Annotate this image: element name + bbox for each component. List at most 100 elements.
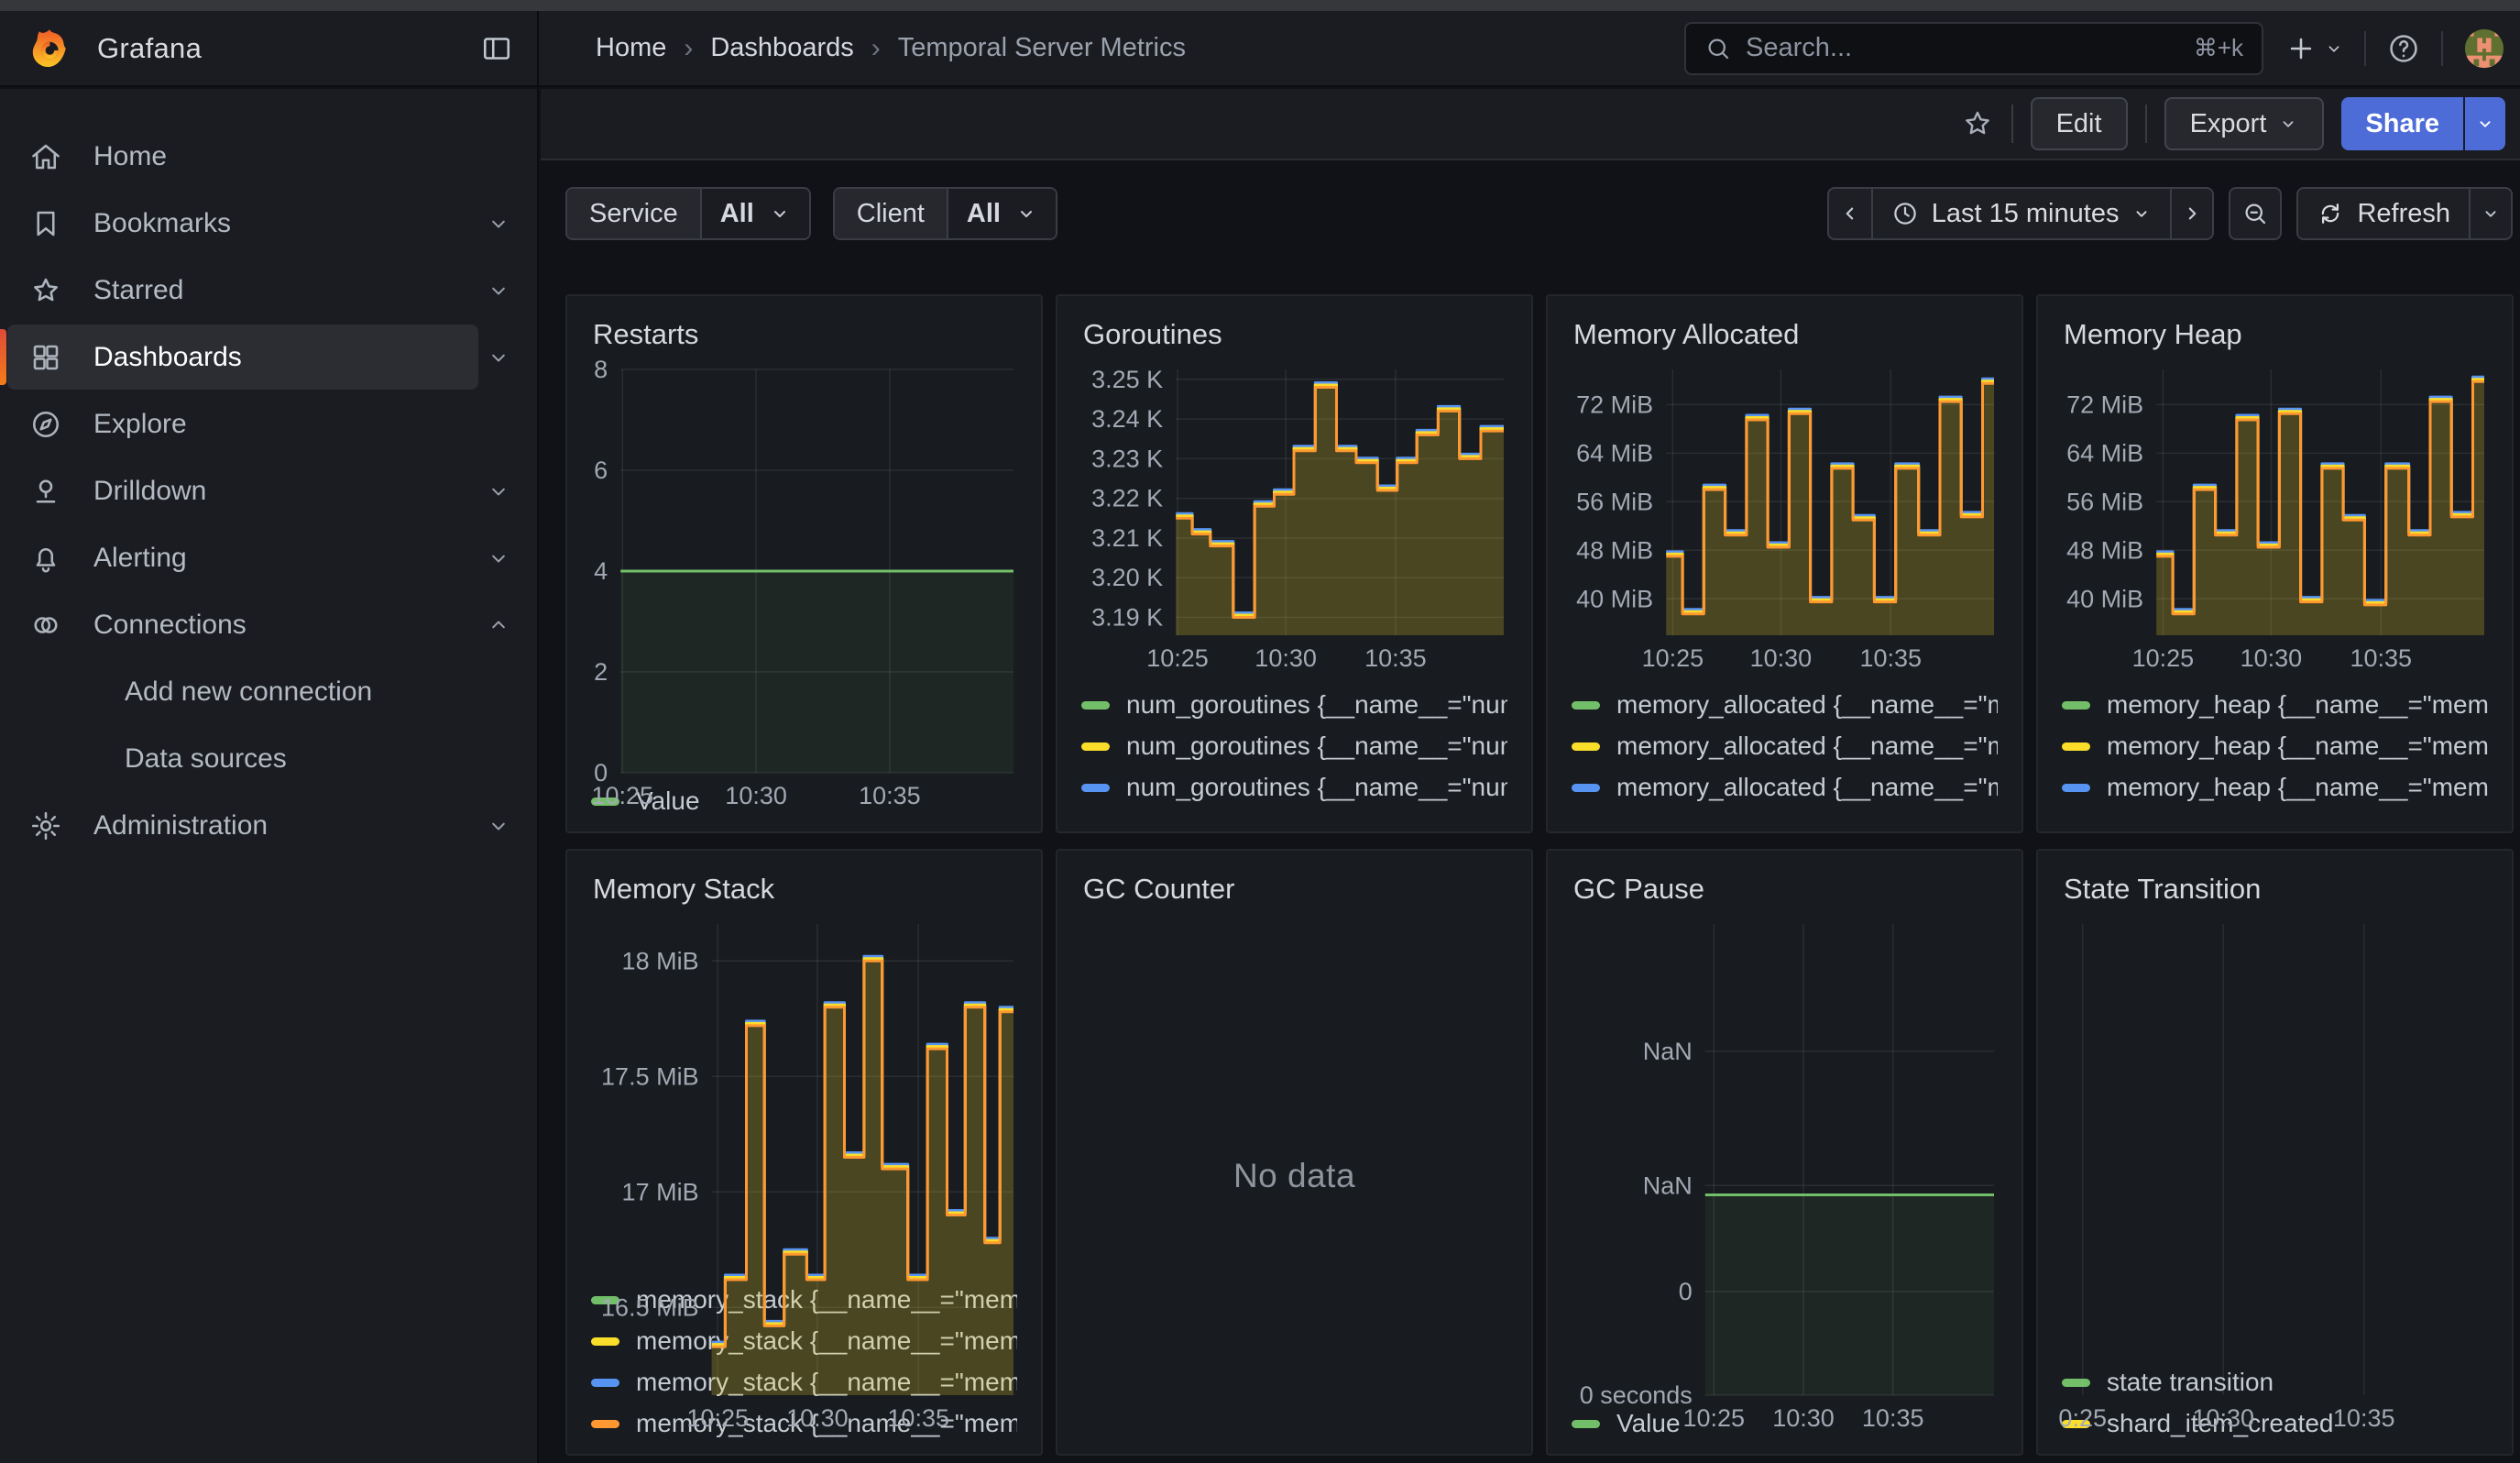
state-transition-chart[interactable]: 0:2510:3010:35 [2062, 915, 2488, 1351]
legend-item[interactable]: num_goroutines {__name__="num_go [1081, 774, 1507, 801]
panel-title[interactable]: Memory Heap [2064, 318, 2488, 351]
breadcrumb-home[interactable]: Home [596, 33, 666, 63]
share-split-button: Share [2341, 97, 2505, 150]
refresh-interval-dropdown[interactable] [2469, 189, 2511, 238]
restarts-chart[interactable]: 8642010:2510:3010:35 [591, 360, 1017, 770]
search-input[interactable]: Search... ⌘+k [1684, 22, 2263, 75]
panel-title[interactable]: Memory Allocated [1573, 318, 1998, 351]
svg-text:10:30: 10:30 [725, 782, 787, 809]
chevron-down-icon [2278, 114, 2298, 134]
memory-heap-chart[interactable]: 72 MiB64 MiB56 MiB48 MiB40 MiB10:2510:30… [2062, 360, 2488, 674]
panel-title[interactable]: GC Counter [1083, 873, 1507, 906]
service-filter-value[interactable]: All [700, 189, 809, 238]
service-filter[interactable]: Service All [565, 187, 811, 240]
svg-text:17.5 MiB: 17.5 MiB [601, 1062, 699, 1090]
sidebar-item-dashboards[interactable]: Dashboards [0, 324, 537, 390]
sidebar-item-home[interactable]: Home [0, 124, 537, 189]
sidebar-item-drilldown[interactable]: Drilldown [0, 458, 537, 523]
sidebar-item-data-sources[interactable]: Data sources [0, 726, 537, 791]
svg-text:10:25: 10:25 [1146, 644, 1209, 672]
legend-item[interactable]: memory_heap {__name__="memory_h [2062, 732, 2488, 760]
gc-pause-chart[interactable]: NaNNaN00 seconds10:2510:3010:35 [1572, 915, 1998, 1392]
svg-text:0 seconds: 0 seconds [1580, 1381, 1693, 1409]
legend-item[interactable]: memory_heap {__name__="memory_h [2062, 691, 2488, 719]
sidebar-item-bookmarks[interactable]: Bookmarks [0, 191, 537, 256]
time-range-picker[interactable]: Last 15 minutes [1871, 189, 2171, 238]
svg-text:10:35: 10:35 [859, 782, 921, 809]
chevron-down-icon [486, 278, 511, 303]
drilldown-icon [29, 475, 62, 508]
favorite-star-icon[interactable] [1961, 107, 1994, 140]
chevron-down-icon [486, 211, 511, 236]
sidebar-item-label: Bookmarks [93, 208, 231, 239]
zoom-out-button[interactable] [2229, 187, 2282, 240]
series-color-dash [1572, 784, 1600, 792]
client-filter-value[interactable]: All [947, 189, 1056, 238]
legend-label: num_goroutines {__name__="num_go [1126, 690, 1507, 720]
legend-item[interactable]: num_goroutines {__name__="num_go [1081, 732, 1507, 760]
sidebar-item-starred[interactable]: Starred [0, 258, 537, 323]
time-shift-back-button[interactable] [1829, 189, 1871, 238]
refresh-group: Refresh [2296, 187, 2513, 240]
panel-title[interactable]: State Transition [2064, 873, 2488, 906]
chevron-down-icon [486, 813, 511, 839]
svg-text:10:30: 10:30 [1255, 644, 1317, 672]
time-shift-forward-button[interactable] [2170, 189, 2212, 238]
legend-label: memory_heap {__name__="memory_h [2107, 732, 2488, 761]
panel-memory-allocated: Memory Allocated 72 MiB64 MiB56 MiB48 Mi… [1546, 294, 2023, 833]
series-color-dash [1081, 784, 1110, 792]
export-button[interactable]: Export [2164, 97, 2325, 150]
new-button[interactable] [2285, 33, 2344, 64]
top-nav: Grafana Home › Dashboards › Temporal Ser… [0, 11, 2520, 87]
sidebar-item-connections[interactable]: Connections [0, 592, 537, 657]
legend-item[interactable]: memory_allocated {__name__="memo [1572, 774, 1998, 801]
client-filter[interactable]: Client All [833, 187, 1057, 240]
svg-text:16.5 MiB: 16.5 MiB [601, 1293, 699, 1321]
sidebar-item-alerting[interactable]: Alerting [0, 525, 537, 590]
help-icon[interactable] [2386, 31, 2421, 66]
user-avatar[interactable] [2463, 28, 2505, 70]
sidebar-item-administration[interactable]: Administration [0, 793, 537, 858]
legend-label: num_goroutines {__name__="num_go [1126, 732, 1507, 761]
svg-text:3.24 K: 3.24 K [1091, 405, 1163, 433]
panel-title[interactable]: GC Pause [1573, 873, 1998, 906]
memory-allocated-chart[interactable]: 72 MiB64 MiB56 MiB48 MiB40 MiB10:2510:30… [1572, 360, 1998, 674]
connections-icon [29, 609, 62, 642]
legend-item[interactable]: num_goroutines {__name__="num_go [1081, 691, 1507, 719]
sidebar-item-add-new-connection[interactable]: Add new connection [0, 659, 537, 724]
main-area: Edit Export Share [541, 89, 2520, 1463]
legend-item[interactable]: memory_heap {__name__="memory_h [2062, 774, 2488, 801]
sidebar-item-label: Add new connection [125, 676, 372, 708]
grafana-logo-icon [27, 27, 71, 71]
svg-text:64 MiB: 64 MiB [2066, 439, 2143, 467]
svg-text:10:25: 10:25 [686, 1404, 749, 1432]
svg-text:72 MiB: 72 MiB [2066, 390, 2143, 418]
panel-gc-counter: GC Counter No data [1056, 849, 1533, 1456]
panel-title[interactable]: Memory Stack [593, 873, 1017, 906]
panel-title[interactable]: Restarts [593, 318, 1017, 351]
legend-label: num_goroutines {__name__="num_go [1126, 773, 1507, 802]
legend-item[interactable]: memory_allocated {__name__="memo [1572, 732, 1998, 760]
svg-text:64 MiB: 64 MiB [1576, 439, 1653, 467]
svg-text:56 MiB: 56 MiB [2066, 488, 2143, 515]
chevron-down-icon [2475, 114, 2495, 134]
refresh-button[interactable]: Refresh [2298, 189, 2469, 238]
svg-text:3.25 K: 3.25 K [1091, 366, 1163, 393]
nav-divider [2364, 31, 2366, 66]
sidebar-item-label: Alerting [93, 543, 187, 574]
share-dropdown-button[interactable] [2465, 97, 2505, 150]
legend: memory_heap {__name__="memory_h memory_he… [2062, 677, 2488, 815]
gear-icon [29, 809, 62, 842]
goroutines-chart[interactable]: 3.25 K3.24 K3.23 K3.22 K3.21 K3.20 K3.19… [1081, 360, 1507, 674]
edit-button[interactable]: Edit [2031, 97, 2128, 150]
legend-item[interactable]: memory_allocated {__name__="memo [1572, 691, 1998, 719]
legend-label: memory_allocated {__name__="memo [1616, 773, 1998, 802]
sidebar-toggle-icon[interactable] [480, 32, 513, 65]
sidebar-item-explore[interactable]: Explore [0, 391, 537, 456]
share-button[interactable]: Share [2341, 97, 2463, 150]
panel-title[interactable]: Goroutines [1083, 318, 1507, 351]
compass-icon [29, 408, 62, 441]
memory-stack-chart[interactable]: 18 MiB17.5 MiB17 MiB16.5 MiB10:2510:3010… [591, 915, 1017, 1269]
panel-memory-stack: Memory Stack 18 MiB17.5 MiB17 MiB16.5 Mi… [565, 849, 1043, 1456]
breadcrumb-dashboards[interactable]: Dashboards [710, 33, 853, 63]
